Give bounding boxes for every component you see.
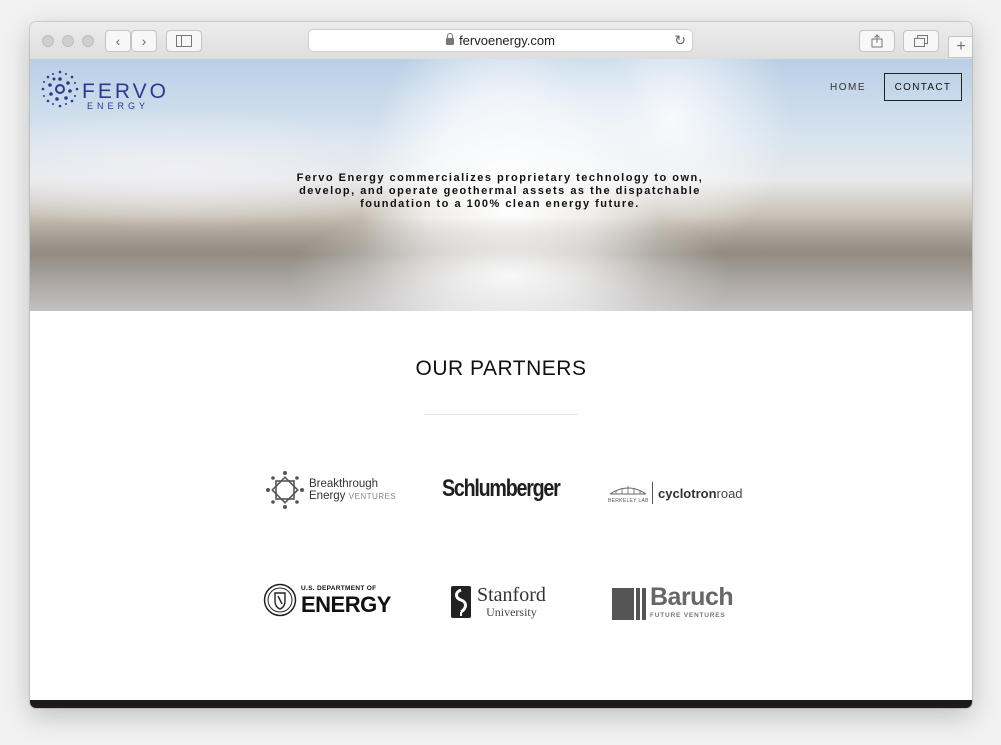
partner-cyclotron-road[interactable]: BERKELEY LAB cyclotron road — [608, 480, 743, 506]
berkeley-lab-text: BERKELEY LAB — [608, 498, 649, 504]
breakthrough-line1: Breakthrough — [309, 477, 379, 490]
breakthrough-ventures-text: VENTURES — [348, 491, 397, 501]
tabs-button[interactable] — [903, 30, 939, 52]
stanford-tree-icon — [451, 586, 471, 618]
footer-bar — [30, 700, 972, 708]
share-button[interactable] — [859, 30, 895, 52]
chevron-right-icon: › — [141, 33, 147, 49]
share-icon — [871, 34, 883, 48]
hero-steam — [30, 216, 972, 311]
tabs-icon — [914, 35, 928, 47]
cyclotron-text: cyclotron — [658, 485, 717, 501]
doe-seal-icon — [263, 583, 297, 617]
breakthrough-energy-text: Energy — [309, 489, 346, 502]
chevron-left-icon: ‹ — [115, 33, 121, 49]
lock-icon — [446, 33, 455, 45]
close-window-button[interactable] — [42, 35, 54, 47]
url-text: fervoenergy.com — [459, 33, 555, 48]
doe-energy-text: ENERGY — [301, 592, 391, 617]
stanford-name: Stanford — [477, 584, 546, 606]
logo-subtext: ENERGY — [87, 101, 150, 111]
partner-schlumberger[interactable]: Schlumberger — [442, 475, 585, 503]
reload-icon[interactable]: ↻ — [674, 32, 686, 49]
nav-contact-button[interactable]: CONTACT — [884, 73, 962, 101]
cyclotron-divider — [652, 482, 653, 504]
sidebar-icon — [176, 35, 192, 47]
minimize-window-button[interactable] — [62, 35, 74, 47]
stanford-sub: University — [486, 605, 537, 619]
partner-doe[interactable]: U.S. DEPARTMENT OF ENERGY — [263, 583, 391, 617]
back-button[interactable]: ‹ — [105, 30, 131, 52]
new-tab-button[interactable]: + — [948, 36, 972, 58]
sidebar-button[interactable] — [166, 30, 202, 52]
schlumberger-logo-text: Schlumberger — [442, 475, 561, 502]
breakthrough-star-icon — [266, 471, 304, 509]
baruch-bars-icon — [612, 587, 646, 620]
browser-toolbar: ‹ › fervoenergy.com ↻ + — [30, 22, 972, 60]
baruch-sub: FUTURE VENTURES — [650, 612, 726, 619]
address-bar[interactable]: fervoenergy.com ↻ — [308, 29, 693, 52]
partner-breakthrough-energy[interactable]: Breakthrough Energy VENTURES — [266, 471, 396, 509]
baruch-name: Baruch — [650, 583, 734, 611]
plus-icon: + — [956, 38, 966, 55]
hero-section: FERVO ENERGY HOME CONTACT Fervo Energy c… — [30, 59, 972, 311]
site-logo[interactable]: FERVO ENERGY — [40, 69, 190, 111]
partners-heading: OUR PARTNERS — [415, 357, 587, 380]
forward-button[interactable]: › — [131, 30, 157, 52]
berkeley-lab-icon — [609, 486, 647, 495]
partner-baruch[interactable]: Baruch FUTURE VENTURES — [612, 583, 734, 622]
zoom-window-button[interactable] — [82, 35, 94, 47]
browser-window: ‹ › fervoenergy.com ↻ + FERVO ENERGY HOM… — [30, 22, 972, 708]
fervo-dots-icon — [41, 70, 79, 108]
nav-home-link[interactable]: HOME — [830, 82, 866, 93]
road-text: road — [716, 485, 743, 501]
hero-tagline: Fervo Energy commercializes proprietary … — [296, 172, 704, 210]
section-divider — [424, 414, 578, 415]
partner-stanford[interactable]: Stanford University — [451, 585, 546, 619]
